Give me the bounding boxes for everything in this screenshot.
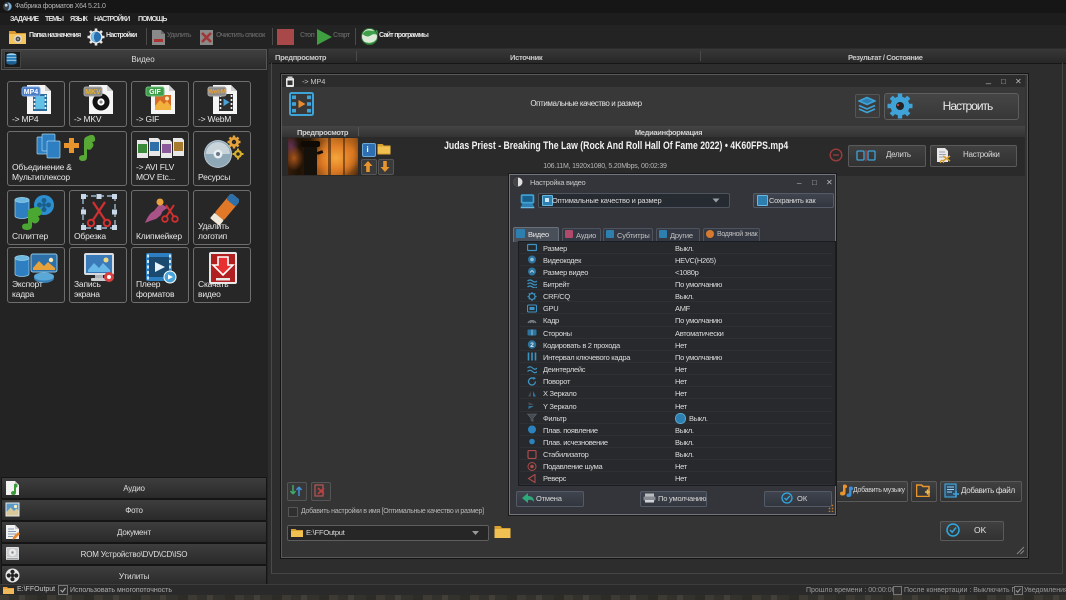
svg-text:WebM: WebM [208,90,226,96]
svg-text:MKV: MKV [85,89,101,96]
svg-text:2: 2 [530,342,534,349]
svg-text:GIF: GIF [149,89,161,96]
svg-text:MP4: MP4 [24,89,39,96]
